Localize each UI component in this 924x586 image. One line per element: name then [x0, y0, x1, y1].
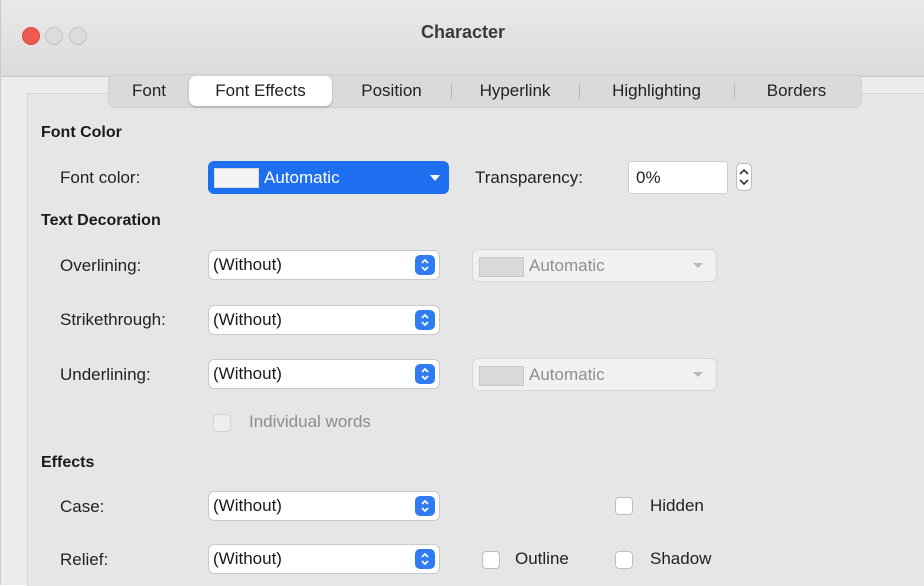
font-color-heading: Font Color — [41, 124, 122, 141]
strikethrough-label: Strikethrough: — [60, 310, 166, 329]
tab-position[interactable]: Position — [332, 76, 451, 106]
shadow-label: Shadow — [650, 549, 712, 568]
popup-arrows-icon — [415, 549, 435, 569]
chevron-down-icon — [692, 359, 704, 390]
font-color-label: Font color: — [60, 168, 141, 187]
relief-value: (Without) — [213, 549, 282, 568]
transparency-input[interactable]: 0% — [628, 161, 728, 194]
tab-borders[interactable]: Borders — [734, 76, 859, 106]
case-label: Case: — [60, 497, 105, 516]
tab-font-effects[interactable]: Font Effects — [189, 76, 332, 106]
underline-color-dropdown: Automatic — [472, 358, 717, 391]
tab-font[interactable]: Font — [109, 76, 189, 106]
chevron-down-icon — [429, 161, 441, 194]
underlining-select[interactable]: (Without) — [208, 359, 440, 389]
case-value: (Without) — [213, 496, 282, 515]
tab-highlighting[interactable]: Highlighting — [579, 76, 734, 106]
strikethrough-select[interactable]: (Without) — [208, 305, 440, 335]
tab-bar: Font Font Effects Position Hyperlink Hig… — [108, 74, 862, 108]
text-decoration-heading: Text Decoration — [41, 212, 161, 229]
strikethrough-value: (Without) — [213, 310, 282, 329]
popup-arrows-icon — [415, 364, 435, 384]
individual-words-checkbox — [213, 414, 231, 432]
underline-color-swatch — [479, 366, 524, 386]
overline-color-value: Automatic — [529, 256, 605, 275]
hidden-checkbox[interactable] — [615, 497, 633, 515]
shadow-checkbox[interactable] — [615, 551, 633, 569]
overlining-value: (Without) — [213, 255, 282, 274]
font-color-dropdown[interactable]: Automatic — [208, 161, 449, 194]
outline-label: Outline — [515, 549, 569, 568]
effects-heading: Effects — [41, 454, 95, 471]
underlining-label: Underlining: — [60, 365, 151, 384]
character-dialog: Character Font Font Effects Position Hyp… — [0, 0, 924, 586]
stepper-arrows-icon — [737, 164, 751, 190]
tab-hyperlink[interactable]: Hyperlink — [451, 76, 579, 106]
overline-color-dropdown: Automatic — [472, 249, 717, 282]
hidden-label: Hidden — [650, 496, 704, 515]
title-bar: Character — [1, 0, 924, 77]
tab-panel — [27, 93, 924, 586]
popup-arrows-icon — [415, 255, 435, 275]
overline-color-swatch — [479, 257, 524, 277]
popup-arrows-icon — [415, 310, 435, 330]
individual-words-label: Individual words — [249, 412, 371, 431]
underline-color-value: Automatic — [529, 365, 605, 384]
popup-arrows-icon — [415, 496, 435, 516]
font-color-value: Automatic — [264, 168, 340, 187]
relief-select[interactable]: (Without) — [208, 544, 440, 574]
overlining-select[interactable]: (Without) — [208, 250, 440, 280]
overlining-label: Overlining: — [60, 256, 142, 275]
chevron-down-icon — [692, 250, 704, 281]
underlining-value: (Without) — [213, 364, 282, 383]
relief-label: Relief: — [60, 550, 109, 569]
outline-checkbox[interactable] — [482, 551, 500, 569]
font-color-swatch — [214, 168, 259, 188]
transparency-stepper[interactable] — [736, 163, 752, 191]
case-select[interactable]: (Without) — [208, 491, 440, 521]
window-title: Character — [420, 22, 506, 42]
transparency-label: Transparency: — [475, 168, 584, 187]
